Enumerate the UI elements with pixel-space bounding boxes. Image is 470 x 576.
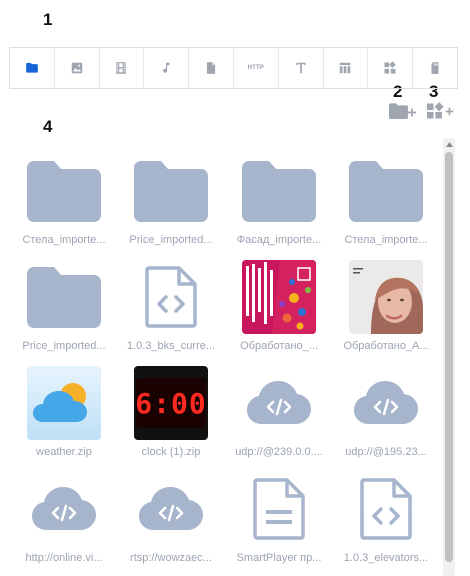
file-item[interactable]: 1.0.3_elevators... xyxy=(332,462,440,570)
folder-icon xyxy=(134,161,208,222)
file-name: Обработано_А... xyxy=(343,340,429,352)
folder-icon xyxy=(242,161,316,222)
file-type-tabs: HTTP xyxy=(9,47,458,89)
stream-thumb xyxy=(242,366,316,440)
file-name: Price_imported... xyxy=(129,234,213,246)
file-item[interactable]: rtsp://wowzaec... xyxy=(117,462,225,570)
tab-http[interactable]: HTTP xyxy=(232,48,278,88)
file-item[interactable]: Price_imported... xyxy=(117,144,225,252)
folder-thumb xyxy=(27,154,101,228)
stream-thumb xyxy=(134,472,208,546)
folder-thumb xyxy=(242,154,316,228)
music-icon xyxy=(163,62,170,73)
file-name: udp://@239.0.0.... xyxy=(235,446,323,458)
folder-thumb xyxy=(349,154,423,228)
poster-image xyxy=(242,260,316,334)
portrait-image-thumb xyxy=(349,260,423,334)
code-file-icon xyxy=(360,478,412,540)
file-name: SmartPlayer пр... xyxy=(236,552,322,564)
file-name: weather.zip xyxy=(36,446,92,458)
file-name: rtsp://wowzaec... xyxy=(130,552,212,564)
text-file-thumb xyxy=(242,472,316,546)
folder-thumb xyxy=(134,154,208,228)
file-item[interactable]: Фасад_importe... xyxy=(225,144,333,252)
new-folder-button[interactable] xyxy=(388,100,418,122)
file-name: 1.0.3_elevators... xyxy=(343,552,429,564)
folder-icon xyxy=(26,62,38,73)
tab-images[interactable] xyxy=(53,48,99,88)
file-name: Стела_importe... xyxy=(22,234,106,246)
file-name: 1.0.3_bks_curre... xyxy=(126,340,216,352)
cloud-code-icon xyxy=(354,381,418,424)
file-item[interactable]: udp://@239.0.0.... xyxy=(225,356,333,464)
http-icon: HTTP xyxy=(247,65,265,71)
callout-1: 1 xyxy=(43,10,53,29)
callout-4: 4 xyxy=(43,117,53,136)
document-icon xyxy=(206,62,216,74)
text-icon xyxy=(296,62,306,74)
tab-audio[interactable] xyxy=(143,48,188,88)
new-folder-icon xyxy=(389,103,416,119)
widgets-icon xyxy=(384,61,397,74)
portrait-image xyxy=(349,260,423,334)
scrollbar-thumb[interactable] xyxy=(445,152,453,562)
tab-storage[interactable] xyxy=(412,48,458,88)
folder-icon xyxy=(349,161,423,222)
file-item[interactable]: http://online.vi... xyxy=(10,462,118,570)
file-name: Обработано_... xyxy=(240,340,318,352)
code-file-thumb xyxy=(134,260,208,334)
file-item[interactable]: Price_imported... xyxy=(10,250,118,358)
text-file-icon xyxy=(253,478,305,540)
file-item[interactable]: Обработано_А... xyxy=(332,250,440,358)
tab-tables[interactable] xyxy=(322,48,368,88)
weather-app-thumb xyxy=(27,366,101,440)
folder-icon xyxy=(27,161,101,222)
code-file-icon xyxy=(145,266,197,328)
film-icon xyxy=(116,62,127,74)
file-item[interactable]: 6:00 clock (1).zip xyxy=(117,356,225,464)
add-widget-button[interactable] xyxy=(426,100,456,122)
tab-widgets[interactable] xyxy=(367,48,412,88)
file-name: Стела_importe... xyxy=(344,234,428,246)
stream-thumb xyxy=(349,366,423,440)
file-item[interactable]: weather.zip xyxy=(10,356,118,464)
folder-icon xyxy=(27,267,101,328)
code-file-thumb xyxy=(349,472,423,546)
file-name: http://online.vi... xyxy=(25,552,103,564)
file-item[interactable]: Стела_importe... xyxy=(332,144,440,252)
file-item[interactable]: udp://@195.23... xyxy=(332,356,440,464)
file-item[interactable]: Стела_importe... xyxy=(10,144,118,252)
poster-image-thumb xyxy=(242,260,316,334)
tab-text[interactable] xyxy=(277,48,323,88)
clock-app-thumb: 6:00 xyxy=(134,366,208,440)
image-icon xyxy=(71,62,82,74)
tab-folders[interactable] xyxy=(9,48,54,88)
file-item[interactable]: Обработано_... xyxy=(225,250,333,358)
file-item[interactable]: SmartPlayer пр... xyxy=(225,462,333,570)
cloud-code-icon xyxy=(247,381,311,424)
sd-card-icon xyxy=(431,62,439,74)
clock-time: 6:00 xyxy=(135,386,207,420)
file-grid: Стела_importe... Price_imported... Фасад… xyxy=(0,136,440,576)
file-item[interactable]: 1.0.3_bks_curre... xyxy=(117,250,225,358)
clock-display: 6:00 xyxy=(135,378,207,428)
file-name: udp://@195.23... xyxy=(345,446,427,458)
folder-thumb xyxy=(27,260,101,334)
cloud-code-icon xyxy=(32,487,96,530)
file-name: Фасад_importe... xyxy=(236,234,322,246)
table-icon xyxy=(340,62,351,74)
cloud-code-icon xyxy=(139,487,203,530)
scroll-up-arrow-icon[interactable] xyxy=(443,138,455,150)
weather-icon xyxy=(27,366,101,440)
tab-documents[interactable] xyxy=(188,48,233,88)
tab-videos[interactable] xyxy=(98,48,144,88)
stream-thumb xyxy=(27,472,101,546)
vertical-scrollbar[interactable] xyxy=(443,138,455,576)
file-name: clock (1).zip xyxy=(141,446,201,458)
add-widget-icon xyxy=(426,102,454,119)
file-name: Price_imported... xyxy=(22,340,106,352)
